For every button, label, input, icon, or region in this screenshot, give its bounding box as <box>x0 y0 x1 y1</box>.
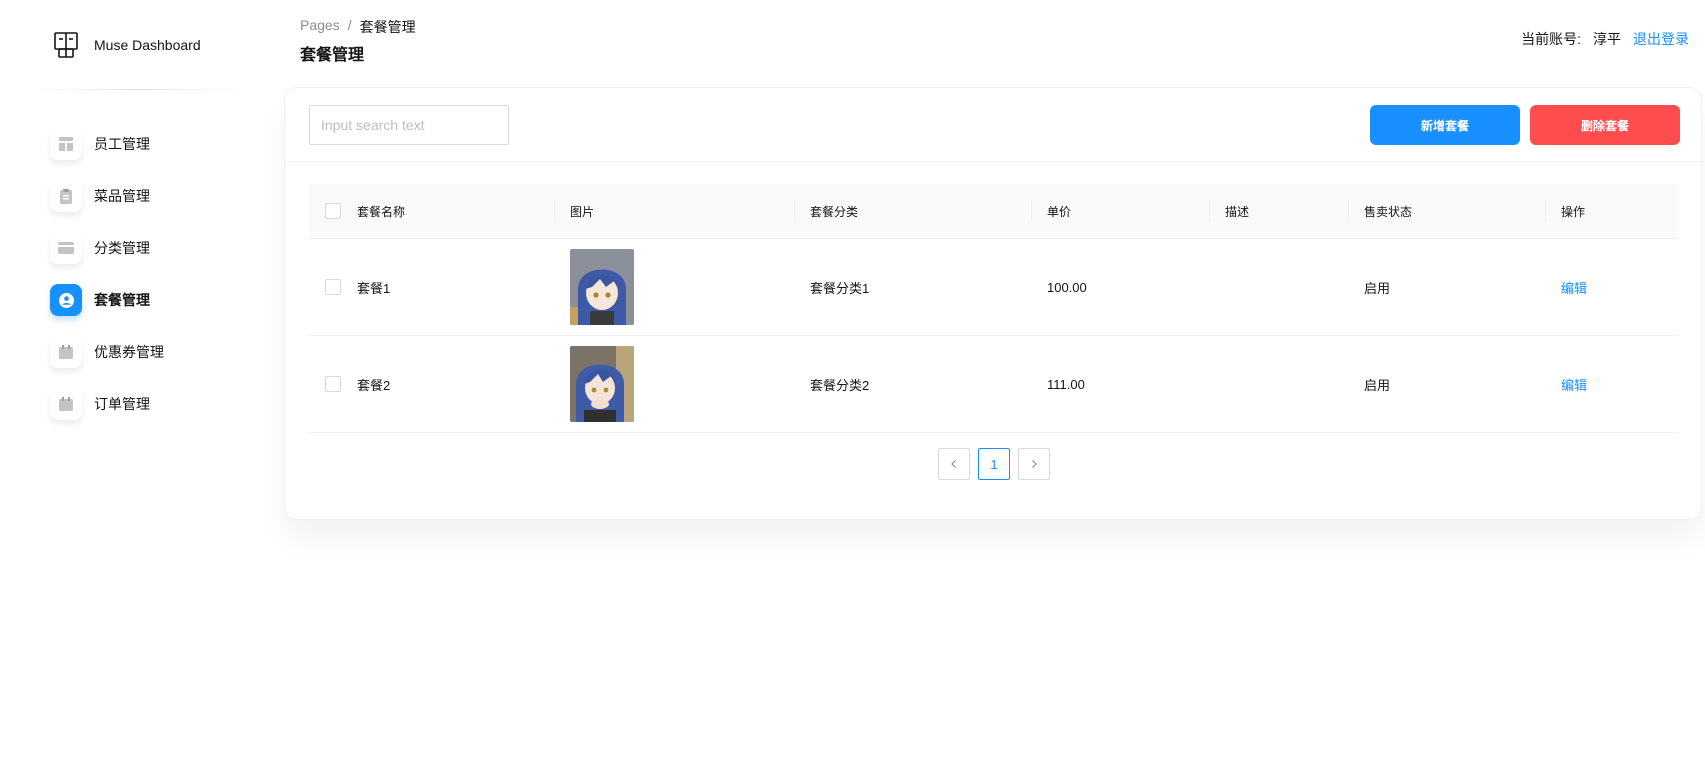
breadcrumb-current: 套餐管理 <box>359 19 416 35</box>
sidebar-nav: 员工管理 菜品管理 分类管理 套餐管理 优惠券管理 订单管理 <box>50 118 246 430</box>
add-combo-button[interactable]: 新增套餐 <box>1370 105 1520 145</box>
sidebar-item-label: 优惠券管理 <box>94 344 164 360</box>
brand[interactable]: Muse Dashboard <box>50 30 201 60</box>
combo-description <box>1209 239 1348 335</box>
actions-cell: 编辑 <box>1545 336 1679 432</box>
combo-category: 套餐分类1 <box>810 280 870 296</box>
account-label: 当前账号: <box>1521 31 1581 47</box>
combo-image <box>570 346 634 422</box>
edit-link[interactable]: 编辑 <box>1561 375 1587 394</box>
row-checkbox[interactable] <box>325 279 341 295</box>
delete-combo-button[interactable]: 删除套餐 <box>1530 105 1680 145</box>
brand-name: Muse Dashboard <box>94 37 201 53</box>
column-header-price: 单价 <box>1031 184 1209 238</box>
sidebar-item-employees[interactable]: 员工管理 <box>50 118 246 170</box>
combo-price: 111.00 <box>1047 376 1085 392</box>
combo-status: 启用 <box>1364 280 1391 296</box>
combo-description <box>1209 336 1348 432</box>
row-checkbox-cell <box>309 336 357 432</box>
combo-image-cell <box>554 336 794 432</box>
chevron-left-icon <box>951 460 956 468</box>
sidebar-item-label: 分类管理 <box>94 240 150 256</box>
pagination: 1 <box>938 448 1050 480</box>
breadcrumb-separator: / <box>347 17 352 33</box>
page-title: 套餐管理 <box>300 47 365 64</box>
sidebar-item-label: 套餐管理 <box>94 292 150 308</box>
layout-icon <box>50 128 82 160</box>
column-header-image: 图片 <box>554 184 794 238</box>
table-row: 套餐1 套餐分类1 100.00 启用 编辑 <box>309 239 1679 336</box>
actions-cell: 编辑 <box>1545 239 1679 335</box>
credit-card-icon <box>50 232 82 264</box>
prev-page-button[interactable] <box>938 448 970 480</box>
calendar-icon <box>50 388 82 420</box>
column-header-status: 售卖状态 <box>1348 184 1545 238</box>
select-all-checkbox[interactable] <box>325 203 341 219</box>
sidebar-item-combos[interactable]: 套餐管理 <box>50 274 246 326</box>
header-checkbox-cell <box>309 184 357 238</box>
combo-name: 套餐2 <box>357 377 391 393</box>
combo-category: 套餐分类2 <box>810 377 870 393</box>
sidebar-item-label: 订单管理 <box>94 396 150 412</box>
table-row: 套餐2 套餐分类2 111.00 启用 编辑 <box>309 336 1679 433</box>
combo-status: 启用 <box>1364 377 1391 393</box>
search-input[interactable] <box>309 105 509 145</box>
page-number-button[interactable]: 1 <box>978 448 1010 480</box>
sidebar-item-label: 菜品管理 <box>94 188 150 204</box>
user-circle-icon <box>50 284 82 316</box>
column-header-description: 描述 <box>1209 184 1348 238</box>
sidebar: Muse Dashboard 员工管理 菜品管理 分类管理 套餐管理 优惠券管理… <box>0 0 262 780</box>
next-page-button[interactable] <box>1018 448 1050 480</box>
combo-price: 100.00 <box>1047 279 1087 295</box>
combo-card: 新增套餐 删除套餐 套餐名称 图片 套餐分类 单价 描述 售卖状态 操作 套餐1 <box>284 87 1702 520</box>
sidebar-item-coupons[interactable]: 优惠券管理 <box>50 326 246 378</box>
dashboard-logo-icon <box>50 29 82 61</box>
column-header-name: 套餐名称 <box>357 204 406 219</box>
chevron-right-icon <box>1032 460 1037 468</box>
card-toolbar: 新增套餐 删除套餐 <box>285 88 1701 162</box>
column-header-category: 套餐分类 <box>794 184 1031 238</box>
account-name: 淳平 <box>1593 31 1621 47</box>
column-header-actions: 操作 <box>1545 184 1679 238</box>
combo-image-cell <box>554 239 794 335</box>
sidebar-item-label: 员工管理 <box>94 136 150 152</box>
edit-link[interactable]: 编辑 <box>1561 278 1587 297</box>
combo-image <box>570 249 634 325</box>
row-checkbox-cell <box>309 239 357 335</box>
sidebar-item-categories[interactable]: 分类管理 <box>50 222 246 274</box>
clipboard-icon <box>50 180 82 212</box>
sidebar-item-orders[interactable]: 订单管理 <box>50 378 246 430</box>
combo-name: 套餐1 <box>357 280 391 296</box>
logout-link[interactable]: 退出登录 <box>1633 29 1689 49</box>
row-checkbox[interactable] <box>325 376 341 392</box>
account-info: 当前账号: 淳平 退出登录 <box>1521 29 1689 49</box>
combo-table: 套餐名称 图片 套餐分类 单价 描述 售卖状态 操作 套餐1 套餐分类1 100… <box>309 184 1679 433</box>
breadcrumb-root[interactable]: Pages <box>300 17 340 37</box>
table-header: 套餐名称 图片 套餐分类 单价 描述 售卖状态 操作 <box>309 184 1679 239</box>
breadcrumb: Pages / 套餐管理 <box>300 17 416 37</box>
calendar-icon <box>50 336 82 368</box>
divider <box>34 89 244 90</box>
sidebar-item-dishes[interactable]: 菜品管理 <box>50 170 246 222</box>
